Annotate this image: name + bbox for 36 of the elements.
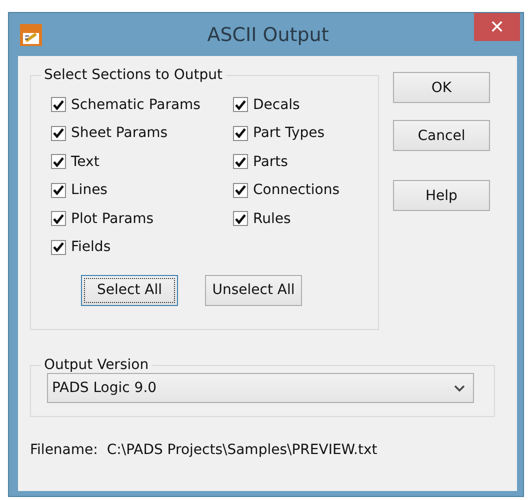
section-checkbox[interactable]: Text (51, 152, 233, 171)
dialog-button[interactable]: OK (393, 72, 490, 103)
section-checkbox[interactable]: Lines (51, 180, 233, 200)
select-button[interactable]: Unselect All (205, 274, 302, 306)
filename-label: Filename: (30, 442, 98, 458)
checkmark-icon (53, 128, 64, 138)
checkmark-icon (53, 100, 64, 110)
checkmark-icon (53, 156, 64, 166)
section-checkbox[interactable]: Parts (233, 152, 340, 171)
checkmark-icon (53, 185, 64, 195)
window-title: ASCII Output (206, 24, 330, 46)
close-button[interactable]: ✕ (474, 13, 520, 41)
section-checkbox[interactable]: Part Types (233, 124, 340, 142)
dialog-button[interactable]: Help (393, 180, 490, 211)
section-checkbox[interactable]: Sheet Params (51, 124, 233, 142)
section-checkbox[interactable]: Fields (51, 238, 233, 256)
checkmark-icon (53, 214, 64, 224)
group-title: Output Version (43, 357, 150, 373)
filename-value: C:\PADS Projects\Samples\PREVIEW.txt (106, 442, 378, 458)
checkmark-icon (235, 128, 246, 138)
checkmark-icon (235, 185, 246, 195)
select-button[interactable]: Select All (81, 274, 178, 306)
section-checkbox[interactable]: Decals (233, 95, 340, 114)
chevron-down-icon (454, 384, 465, 392)
app-logo-icon (20, 24, 42, 46)
dialog-button[interactable]: Cancel (393, 120, 490, 151)
version-dropdown[interactable]: PADS Logic 9.0 (47, 373, 474, 403)
checkmark-icon (235, 156, 246, 166)
checkmark-icon (235, 214, 246, 224)
checkmark-icon (53, 242, 64, 252)
checkmark-icon (235, 100, 246, 110)
section-checkbox[interactable]: Plot Params (51, 209, 233, 228)
section-checkbox[interactable]: Connections (233, 180, 340, 200)
group-title: Select Sections to Output (43, 67, 224, 83)
section-checkbox[interactable]: Rules (233, 209, 340, 228)
section-checkbox[interactable]: Schematic Params (51, 95, 233, 114)
